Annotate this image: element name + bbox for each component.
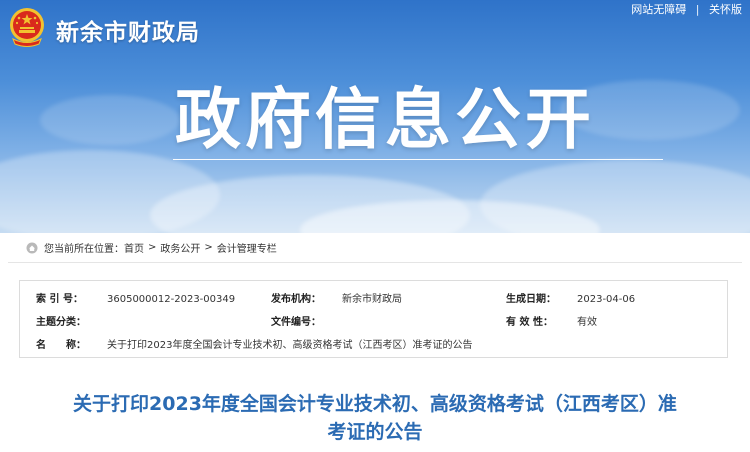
date-label: 生成日期： xyxy=(506,294,556,305)
header-banner: 新余市财政局 网站无障碍 | 关怀版 政府信息公开 xyxy=(0,0,750,233)
breadcrumb-separator: > xyxy=(148,242,157,253)
breadcrumb-accounting[interactable]: 会计管理专栏 xyxy=(217,240,277,255)
national-emblem-icon[interactable] xyxy=(7,6,47,50)
breadcrumb-prefix: 您当前所在位置： xyxy=(44,244,124,255)
validity-label: 有 效 性： xyxy=(506,317,553,328)
breadcrumb-home[interactable]: 首页 xyxy=(124,240,144,255)
location-icon xyxy=(26,242,38,253)
index-value: 3605000012-2023-00349 xyxy=(107,294,236,305)
breadcrumb-gov-affairs[interactable]: 政务公开 xyxy=(160,240,200,255)
article-title: 关于打印2023年度全国会计专业技术初、高级资格考试（江西考区）准 考证的公告 xyxy=(10,390,740,446)
elder-mode-link[interactable]: 关怀版 xyxy=(709,1,742,17)
accessibility-link[interactable]: 网站无障碍 xyxy=(631,1,686,17)
topic-label: 主题分类： xyxy=(36,317,86,328)
docno-label: 文件编号： xyxy=(271,317,321,328)
banner-underline xyxy=(173,159,663,160)
banner-title: 政府信息公开 xyxy=(175,81,595,158)
cloud-decoration xyxy=(40,95,180,145)
date-value: 2023-04-06 xyxy=(577,294,636,305)
link-separator: | xyxy=(695,3,700,16)
publisher-label: 发布机构： xyxy=(271,294,321,305)
name-value: 关于打印2023年度全国会计专业技术初、高级资格考试（江西考区）准考证的公告 xyxy=(107,340,473,351)
breadcrumb: 您当前所在位置： 首页 > 政务公开 > 会计管理专栏 xyxy=(8,233,742,263)
article-title-line: 关于打印2023年度全国会计专业技术初、高级资格考试（江西考区）准 xyxy=(73,393,677,415)
top-links: 网站无障碍 | 关怀版 xyxy=(631,1,742,17)
name-label: 名 称： xyxy=(36,340,86,351)
site-name[interactable]: 新余市财政局 xyxy=(56,13,200,47)
document-info-table: 索 引 号： 3605000012-2023-00349 发布机构： 新余市财政… xyxy=(19,280,728,358)
article-title-line: 考证的公告 xyxy=(327,421,423,443)
breadcrumb-separator: > xyxy=(204,242,213,253)
validity-value: 有效 xyxy=(577,317,597,328)
index-label: 索 引 号： xyxy=(36,294,83,305)
publisher-value: 新余市财政局 xyxy=(342,294,402,305)
